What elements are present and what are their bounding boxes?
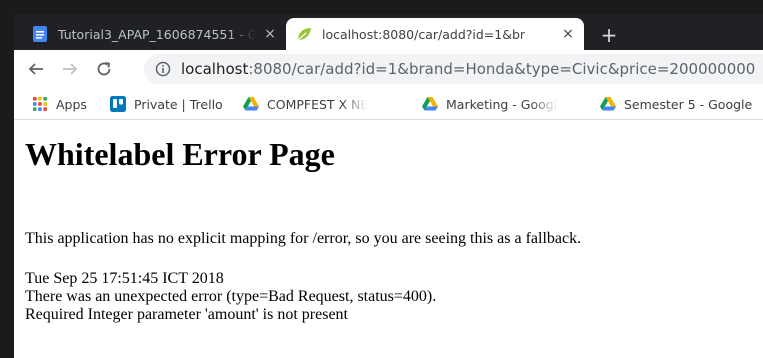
google-docs-icon — [32, 26, 48, 42]
error-details: Tue Sep 25 17:51:45 ICT 2018 There was a… — [25, 270, 436, 324]
error-message: This application has no explicit mapping… — [25, 230, 582, 247]
toolbar: localhost:8080/car/add?id=1&brand=Honda&… — [14, 50, 763, 88]
tab-localhost-car-add[interactable]: localhost:8080/car/add?id=1&br × — [286, 18, 584, 50]
tab-title: Tutorial3_APAP_1606874551 - Go — [58, 26, 256, 42]
reload-icon — [97, 62, 111, 76]
forward-arrow-icon — [63, 63, 78, 75]
google-drive-icon — [243, 97, 259, 111]
bookmark-marketing[interactable]: Marketing - Google D — [422, 94, 558, 114]
google-drive-icon — [600, 97, 616, 111]
page-content: Whitelabel Error Page This application h… — [14, 120, 763, 358]
tab-title: localhost:8080/car/add?id=1&br — [322, 26, 526, 42]
bookmark-label: Apps — [56, 96, 87, 112]
apps-grid-icon — [33, 97, 47, 111]
error-timestamp: Tue Sep 25 17:51:45 ICT 2018 — [25, 270, 224, 287]
page-title: Whitelabel Error Page — [25, 136, 335, 172]
back-arrow-icon — [28, 63, 43, 75]
bookmark-semester5[interactable]: Semester 5 - Google — [600, 94, 763, 114]
forward-button[interactable] — [60, 59, 80, 79]
tab-tutorial3-doc[interactable]: Tutorial3_APAP_1606874551 - Go × — [22, 18, 286, 50]
back-button[interactable] — [26, 59, 46, 79]
bookmark-label: COMPFEST X NEW - ( — [267, 96, 367, 112]
tab-strip: Tutorial3_APAP_1606874551 - Go × localho… — [14, 14, 763, 50]
reload-button[interactable] — [94, 59, 114, 79]
trello-icon — [110, 96, 126, 112]
tab-close-icon[interactable]: × — [560, 26, 576, 42]
info-icon[interactable] — [155, 61, 171, 77]
bookmark-apps[interactable]: Apps — [32, 94, 87, 114]
bookmark-label: Private | Trello — [134, 96, 223, 112]
url-host: localhost — [181, 60, 249, 78]
address-bar[interactable]: localhost:8080/car/add?id=1&brand=Honda&… — [144, 54, 763, 84]
bookmark-label: Semester 5 - Google — [624, 96, 753, 112]
new-tab-button[interactable]: + — [598, 23, 620, 47]
url-path: :8080/car/add?id=1&brand=Honda&type=Civi… — [248, 60, 756, 78]
browser-window: Tutorial3_APAP_1606874551 - Go × localho… — [14, 14, 763, 358]
spring-leaf-icon — [296, 26, 312, 42]
bookmark-compfest[interactable]: COMPFEST X NEW - ( — [243, 94, 367, 114]
error-status: There was an unexpected error (type=Bad … — [25, 288, 437, 305]
tab-close-icon[interactable]: × — [262, 26, 278, 42]
bookmark-label: Marketing - Google D — [446, 96, 558, 112]
google-drive-icon — [422, 97, 438, 111]
url-text[interactable]: localhost:8080/car/add?id=1&brand=Honda&… — [181, 60, 755, 78]
bookmarks-bar: Apps Private | Trello COMPFEST X NEW - (… — [14, 88, 763, 120]
error-detail: Required Integer parameter 'amount' is n… — [25, 306, 348, 323]
bookmark-trello[interactable]: Private | Trello — [110, 94, 223, 114]
